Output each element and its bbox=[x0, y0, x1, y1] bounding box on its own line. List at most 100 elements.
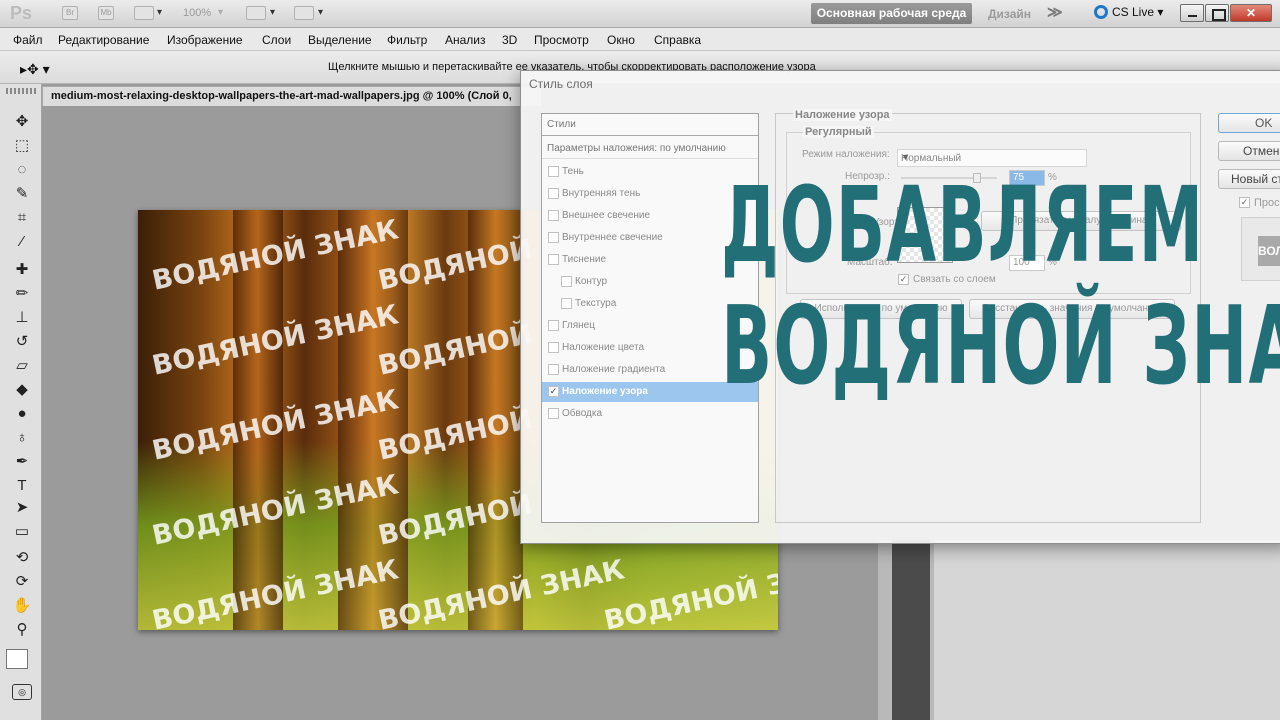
preview-label: Просмотр bbox=[1254, 197, 1280, 209]
path-selection-tool-icon[interactable]: ➤ bbox=[10, 498, 34, 518]
move-tool-preset-icon[interactable]: ▸✥ ▾ bbox=[20, 61, 50, 78]
style-checkbox[interactable] bbox=[548, 166, 559, 177]
right-panels bbox=[878, 540, 1280, 720]
hand-tool-icon[interactable]: ✋ bbox=[10, 596, 34, 616]
bridge-button[interactable]: Br bbox=[62, 6, 78, 20]
dodge-tool-icon[interactable]: ♁ bbox=[10, 428, 34, 448]
foreground-color-swatch[interactable] bbox=[6, 649, 28, 669]
styles-header-label: Стили bbox=[547, 119, 576, 130]
crop-tool-icon[interactable]: ⌗ bbox=[10, 208, 34, 228]
type-tool-icon[interactable]: T bbox=[10, 476, 34, 496]
menu-select[interactable]: Выделение bbox=[308, 33, 372, 47]
eyedropper-tool-icon[interactable]: ⁄ bbox=[10, 232, 34, 252]
healing-brush-tool-icon[interactable]: ✚ bbox=[10, 260, 34, 280]
clone-stamp-tool-icon[interactable]: ⊥ bbox=[10, 308, 34, 328]
cancel-button[interactable]: Отмена bbox=[1218, 141, 1280, 161]
section-title: Наложение узора bbox=[793, 109, 892, 121]
blending-options-label: Параметры наложения: по умолчанию bbox=[547, 143, 726, 154]
style-checkbox[interactable] bbox=[548, 232, 559, 243]
style-item-label: Текстура bbox=[575, 298, 617, 309]
marquee-tool-icon[interactable]: ⬚ bbox=[10, 136, 34, 156]
style-checkbox[interactable] bbox=[548, 320, 559, 331]
lasso-tool-icon[interactable]: ◌ bbox=[10, 160, 34, 180]
style-item-label: Глянец bbox=[562, 320, 595, 331]
menu-filter[interactable]: Фильтр bbox=[387, 33, 427, 47]
preview-checkbox[interactable]: ✓ bbox=[1239, 197, 1250, 208]
brush-tool-icon[interactable]: ✏ bbox=[10, 284, 34, 304]
ok-button[interactable]: OK bbox=[1218, 113, 1280, 133]
styles-header[interactable]: Стили bbox=[542, 114, 758, 136]
menu-3d[interactable]: 3D bbox=[502, 33, 517, 47]
style-checkbox[interactable] bbox=[548, 364, 559, 375]
chevron-down-icon[interactable]: ▾ bbox=[270, 7, 275, 18]
new-style-button[interactable]: Новый стиль... bbox=[1218, 169, 1280, 189]
screen-mode-icon[interactable] bbox=[294, 6, 314, 20]
style-item-label: Наложение градиента bbox=[562, 364, 666, 375]
menu-edit[interactable]: Редактирование bbox=[58, 33, 149, 47]
chevron-down-icon[interactable]: ▾ bbox=[157, 7, 162, 18]
blur-tool-icon[interactable]: ● bbox=[10, 404, 34, 424]
3d-rotate-tool-icon[interactable]: ⟲ bbox=[10, 548, 34, 568]
arrange-documents-icon[interactable] bbox=[246, 6, 266, 20]
quick-mask-icon[interactable]: ◎ bbox=[12, 684, 32, 700]
style-checkbox[interactable] bbox=[548, 210, 559, 221]
chevron-down-icon: ▼ bbox=[901, 152, 910, 162]
style-checkbox[interactable] bbox=[548, 188, 559, 199]
menu-view[interactable]: Просмотр bbox=[534, 33, 589, 47]
style-checkbox[interactable] bbox=[561, 276, 572, 287]
dialog-title: Стиль слоя bbox=[529, 77, 593, 91]
paint-bucket-tool-icon[interactable]: ◆ bbox=[10, 380, 34, 400]
cs-live-menu[interactable]: CS Live ▾ bbox=[1094, 5, 1163, 19]
style-item-label: Внешнее свечение bbox=[562, 210, 651, 221]
document-tab[interactable]: medium-most-relaxing-desktop-wallpapers-… bbox=[42, 86, 542, 106]
style-preview-thumb: ВОЛ bbox=[1258, 236, 1280, 266]
blending-options-item[interactable]: Параметры наложения: по умолчанию bbox=[542, 139, 758, 159]
style-item-label: Тиснение bbox=[562, 254, 607, 265]
mini-bridge-button[interactable]: Mb bbox=[98, 6, 114, 20]
view-extras-icon[interactable] bbox=[134, 6, 154, 20]
style-checkbox[interactable] bbox=[548, 408, 559, 419]
headline-line-2: ВОДЯНОЙ ЗНАК bbox=[721, 284, 1280, 409]
style-item-label: Внутренняя тень bbox=[562, 188, 641, 199]
panel-area bbox=[934, 540, 1280, 720]
style-checkbox[interactable] bbox=[561, 298, 572, 309]
menu-image[interactable]: Изображение bbox=[167, 33, 243, 47]
style-item-label: Контур bbox=[575, 276, 608, 287]
history-brush-tool-icon[interactable]: ↺ bbox=[10, 332, 34, 352]
chevron-down-icon[interactable]: ▾ bbox=[218, 7, 223, 18]
eraser-tool-icon[interactable]: ▱ bbox=[10, 356, 34, 376]
close-button[interactable]: ✕ bbox=[1230, 4, 1272, 22]
zoom-level[interactable]: 100% bbox=[183, 7, 211, 19]
style-checkbox[interactable]: ✓ bbox=[548, 386, 559, 397]
workspace-essentials-button[interactable]: Основная рабочая среда bbox=[811, 3, 972, 24]
watermark-text: ВОДЯНОЙ ЗНАК bbox=[601, 554, 778, 630]
cs-live-icon bbox=[1094, 5, 1108, 19]
subsection-title: Регулярный bbox=[803, 126, 874, 138]
style-item-label: Наложение узора bbox=[562, 386, 648, 397]
maximize-button[interactable] bbox=[1205, 4, 1229, 22]
menu-file[interactable]: Файл bbox=[13, 33, 43, 47]
zoom-tool-icon[interactable]: ⚲ bbox=[10, 620, 34, 640]
style-item-label: Внутреннее свечение bbox=[562, 232, 663, 243]
chevron-down-icon[interactable]: ▾ bbox=[318, 7, 323, 18]
style-checkbox[interactable] bbox=[548, 254, 559, 265]
style-checkbox[interactable] bbox=[548, 342, 559, 353]
menu-window[interactable]: Окно bbox=[607, 33, 635, 47]
cs-live-label: CS Live ▾ bbox=[1112, 5, 1164, 19]
shape-tool-icon[interactable]: ▭ bbox=[10, 522, 34, 542]
style-preview: ВОЛ bbox=[1241, 217, 1280, 281]
more-workspaces-icon[interactable]: ≫ bbox=[1047, 3, 1063, 21]
pen-tool-icon[interactable]: ✒ bbox=[10, 452, 34, 472]
menu-help[interactable]: Справка bbox=[654, 33, 701, 47]
quick-select-tool-icon[interactable]: ✎ bbox=[10, 184, 34, 204]
panel-dock bbox=[892, 540, 930, 720]
panel-grip[interactable] bbox=[6, 88, 36, 94]
menu-analysis[interactable]: Анализ bbox=[445, 33, 486, 47]
minimize-button[interactable] bbox=[1180, 4, 1204, 22]
3d-orbit-tool-icon[interactable]: ⟳ bbox=[10, 572, 34, 592]
color-swatches[interactable] bbox=[6, 649, 38, 679]
move-tool-icon[interactable]: ✥ bbox=[10, 112, 34, 132]
menu-bar: Файл Редактирование Изображение Слои Выд… bbox=[0, 28, 1280, 51]
workspace-design-button[interactable]: Дизайн bbox=[988, 7, 1031, 21]
menu-layers[interactable]: Слои bbox=[262, 33, 291, 47]
